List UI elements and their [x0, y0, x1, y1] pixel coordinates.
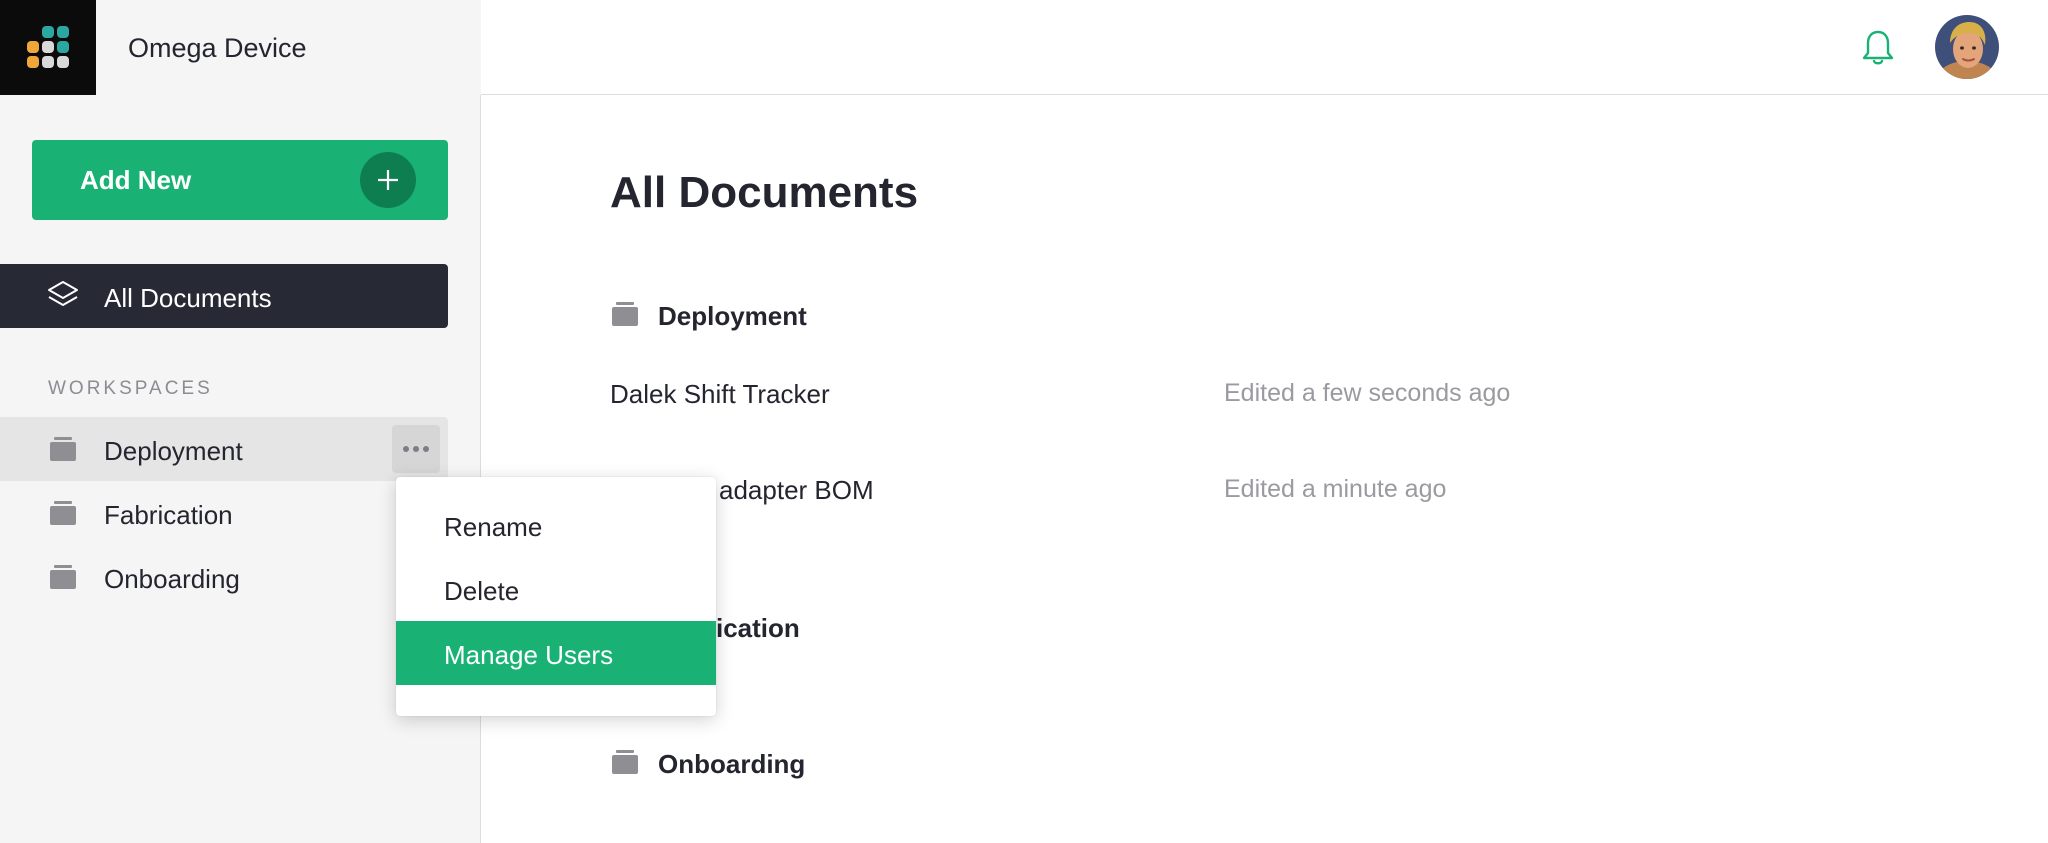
group-name: Deployment — [658, 301, 807, 331]
add-new-button[interactable]: Add New — [32, 140, 448, 220]
menu-item-delete[interactable]: Delete — [396, 557, 716, 621]
sidebar-item-label: Onboarding — [104, 564, 240, 594]
document-edited-time: Edited a few seconds ago — [1224, 379, 1511, 407]
sidebar-item-deployment[interactable]: Deployment — [0, 417, 448, 481]
nav-all-documents[interactable]: All Documents — [0, 264, 448, 328]
add-new-label: Add New — [80, 165, 192, 195]
document-name: Dalek Shift Tracker — [610, 379, 830, 409]
more-options-button[interactable] — [392, 425, 440, 473]
sidebar: Omega Device Add New All Documents WORKS… — [0, 0, 481, 843]
menu-item-label: Rename — [444, 512, 543, 542]
grid-logo-icon — [27, 26, 69, 68]
nav-all-documents-label: All Documents — [104, 283, 272, 313]
app-logo[interactable] — [0, 0, 96, 95]
menu-item-rename[interactable]: Rename — [396, 493, 716, 557]
menu-item-label: Delete — [444, 576, 520, 606]
document-row[interactable]: Dalek Shift Tracker Edited a few seconds… — [610, 373, 1610, 413]
bell-icon[interactable] — [1858, 28, 1898, 68]
group-name: Onboarding — [658, 749, 806, 779]
sidebar-item-label: Fabrication — [104, 500, 233, 530]
app-title: Omega Device — [128, 33, 307, 63]
menu-item-label: Manage Users — [444, 640, 614, 670]
page-title: All Documents — [610, 168, 919, 217]
ellipsis-icon — [403, 446, 429, 452]
plus-icon — [360, 152, 416, 208]
group-name: ication — [716, 613, 800, 643]
workspace-context-menu: Rename Delete Manage Users — [396, 477, 716, 716]
folder-icon — [612, 302, 638, 331]
folder-icon — [612, 750, 638, 779]
top-bar — [481, 0, 2048, 95]
workspaces-section-label: WORKSPACES — [48, 378, 213, 399]
folder-icon — [50, 501, 76, 530]
sidebar-item-label: Deployment — [104, 436, 243, 466]
sidebar-item-onboarding[interactable]: Onboarding — [0, 545, 448, 609]
avatar[interactable] — [1935, 15, 1999, 79]
folder-icon — [50, 565, 76, 594]
menu-item-manage-users[interactable]: Manage Users — [396, 621, 716, 685]
sidebar-item-fabrication[interactable]: Fabrication — [0, 481, 448, 545]
brand-bar: Omega Device — [0, 0, 481, 95]
document-row[interactable]: adapter BOM Edited a minute ago — [610, 469, 1610, 509]
layers-icon — [46, 280, 80, 315]
document-name: adapter BOM — [719, 475, 874, 505]
document-edited-time: Edited a minute ago — [1224, 475, 1447, 503]
folder-icon — [50, 437, 76, 466]
